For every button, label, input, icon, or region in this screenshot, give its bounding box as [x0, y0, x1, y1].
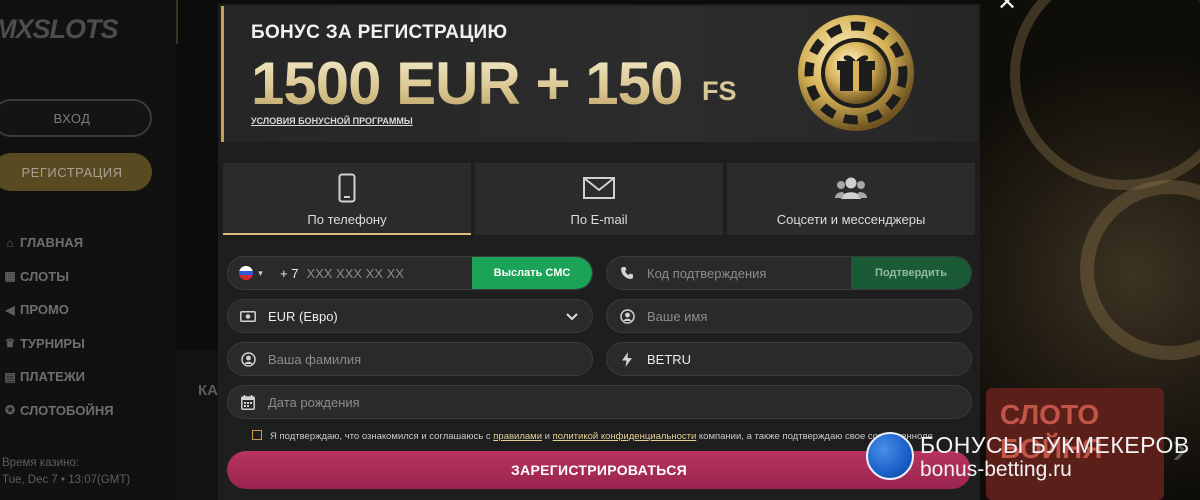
phone-placeholder: XXX XXX XX XX [306, 265, 404, 281]
tab-social[interactable]: Соцсети и мессенджеры [727, 163, 975, 235]
first-name-placeholder: Ваше имя [647, 308, 708, 324]
sidebar-item-label: ГЛАВНАЯ [20, 235, 84, 251]
consent-checkbox[interactable] [252, 430, 262, 440]
consent-row: Я подтверждаю, что ознакомился и соглаша… [252, 430, 972, 442]
sidebar-item-tournaments[interactable]: ♛ ТУРНИРЫ [0, 327, 176, 361]
sidebar-item-label: ПРОМО [20, 302, 69, 318]
trophy-icon: ♛ [4, 336, 16, 351]
sidebar-item-payments[interactable]: ▤ ПЛАТЕЖИ [0, 360, 176, 394]
tab-phone[interactable]: По телефону [223, 163, 471, 235]
rules-link[interactable]: правилами [493, 431, 542, 442]
home-icon: ⌂ [6, 235, 14, 250]
slotoboinya-icon: ✪ [4, 403, 16, 418]
phone-field[interactable]: ▾ + 7 XXX XXX XX XX Выслать СМС [227, 256, 593, 290]
watermark: БОНУСЫ БУКМЕКЕРОВ bonus-betting.ru [866, 432, 1192, 484]
football-icon [866, 432, 914, 480]
casino-time-value: Tue, Dec 7 • 13:07(GMT) [2, 474, 131, 486]
banknote-icon [228, 310, 268, 322]
send-sms-button[interactable]: Выслать СМС [472, 257, 592, 289]
privacy-policy-link[interactable]: политикой конфиденциальности [553, 431, 697, 442]
sidebar: MXSLOTS ВХОД РЕГИСТРАЦИЯ ⌂ ГЛАВНАЯ ▦ СЛОТЫ… [0, 0, 176, 500]
phone-icon [338, 173, 356, 203]
casino-time-label: Время казино: [2, 457, 79, 469]
tab-label: Соцсети и мессенджеры [776, 212, 926, 227]
sidebar-item-label: ТУРНИРЫ [20, 335, 85, 351]
envelope-icon [583, 173, 615, 203]
bonus-title: БОНУС ЗА РЕГИСТРАЦИЮ [251, 22, 508, 43]
tab-label: По E-mail [570, 212, 628, 227]
consent-text: Я подтверждаю, что ознакомился и соглаша… [270, 431, 494, 442]
register-sidebar-button[interactable]: РЕГИСТРАЦИЯ [0, 153, 152, 191]
calendar-icon [228, 394, 268, 410]
consent-text: и [542, 431, 553, 442]
country-select[interactable]: ▾ [228, 266, 274, 280]
sidebar-menu: ⌂ ГЛАВНАЯ ▦ СЛОТЫ ◀ ПРОМО ♛ ТУРНИРЫ ▤ ПЛАТЕЖИ… [0, 226, 176, 427]
sidebar-item-slots[interactable]: ▦ СЛОТЫ [0, 260, 176, 294]
promo-code-value: BETRU [647, 351, 692, 367]
last-name-field[interactable]: Ваша фамилия [227, 342, 593, 376]
sidebar-item-label: ПЛАТЕЖИ [20, 369, 85, 385]
sidebar-item-label: СЛОТЫ [20, 268, 69, 284]
user-icon [607, 308, 647, 324]
users-icon [835, 173, 867, 203]
tab-email[interactable]: По E-mail [475, 163, 723, 235]
phone-handset-icon [607, 266, 647, 280]
birthdate-placeholder: Дата рождения [268, 394, 360, 410]
chevron-down-icon [566, 309, 578, 324]
first-name-field[interactable]: Ваше имя [606, 299, 972, 333]
lightning-icon [607, 351, 647, 367]
watermark-url: bonus-betting.ru [920, 458, 1072, 481]
close-icon[interactable]: ✕ [997, 0, 1017, 17]
promo-code-field[interactable]: BETRU [606, 342, 972, 376]
casino-time: Время казино: Tue, Dec 7 • 13:07(GMT) [2, 455, 130, 489]
watermark-title: БОНУСЫ БУКМЕКЕРОВ [920, 432, 1190, 458]
sidebar-item-label: СЛОТОБОЙНЯ [20, 402, 114, 418]
gift-chip-icon [798, 15, 914, 131]
site-logo[interactable]: MXSLOTS [0, 14, 119, 45]
wallet-icon: ▤ [4, 369, 16, 384]
confirm-button[interactable]: Подтвердить [851, 257, 971, 289]
sidebar-item-slotoboinya[interactable]: ✪ СЛОТОБОЙНЯ [0, 394, 176, 428]
megaphone-icon: ◀ [5, 302, 15, 317]
confirmation-code-placeholder: Код подтверждения [647, 265, 767, 281]
chevron-down-icon: ▾ [258, 267, 263, 278]
bonus-amount: 1500 EUR + 150 [251, 50, 683, 117]
currency-value: EUR (Евро) [268, 308, 338, 324]
russia-flag-icon [239, 266, 254, 280]
phone-prefix: + 7 [280, 265, 299, 281]
register-button[interactable]: ЗАРЕГИСТРИРОВАТЬСЯ [227, 451, 971, 489]
background-section-heading: КА [198, 382, 218, 399]
currency-select[interactable]: EUR (Евро) [227, 299, 593, 333]
bonus-fs: FS [702, 76, 737, 106]
bonus-terms-link[interactable]: УСЛОВИЯ БОНУСНОЙ ПРОГРАММЫ [251, 116, 413, 126]
slots-icon: ▦ [4, 269, 16, 284]
user-icon [228, 351, 268, 367]
sidebar-item-home[interactable]: ⌂ ГЛАВНАЯ [0, 226, 176, 260]
sidebar-item-promo[interactable]: ◀ ПРОМО [0, 293, 176, 327]
birthdate-field[interactable]: Дата рождения [227, 385, 972, 419]
login-button[interactable]: ВХОД [0, 99, 152, 137]
tab-label: По телефону [307, 212, 387, 227]
confirmation-code-field[interactable]: Код подтверждения Подтвердить [606, 256, 972, 290]
divider [176, 0, 178, 44]
last-name-placeholder: Ваша фамилия [268, 351, 362, 367]
